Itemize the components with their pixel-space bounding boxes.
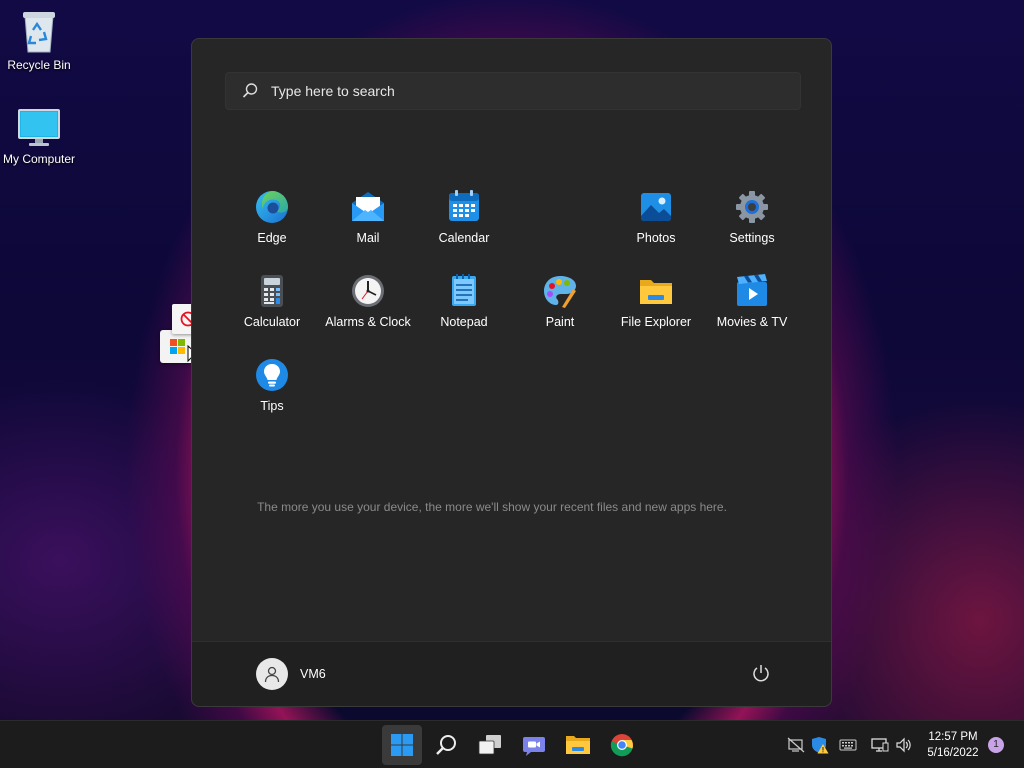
app-edge[interactable]: Edge — [224, 189, 320, 269]
app-label: Calculator — [243, 315, 301, 329]
app-paint[interactable]: Paint — [512, 273, 608, 353]
clock-time: 12:57 PM — [928, 731, 978, 743]
app-alarms-clock[interactable]: Alarms & Clock — [320, 273, 416, 353]
task-view-icon — [478, 735, 501, 755]
chrome-icon — [610, 734, 633, 757]
power-button[interactable] — [751, 663, 771, 683]
clock-icon — [352, 275, 384, 307]
app-movies-tv[interactable]: Movies & TV — [704, 273, 800, 353]
notification-badge[interactable]: 1 — [988, 737, 1004, 753]
calendar-icon — [449, 190, 479, 221]
start-menu-footer: VM6 — [192, 641, 831, 706]
gear-icon — [736, 191, 768, 223]
app-notepad[interactable]: Notepad — [416, 273, 512, 353]
movie-icon — [737, 274, 767, 306]
tray-network-icon[interactable] — [786, 735, 806, 755]
desktop-icon-label: My Computer — [2, 152, 76, 166]
avatar — [256, 658, 288, 690]
network-off-icon — [787, 737, 805, 753]
taskbar: 12:57 PM 5/16/2022 1 — [0, 720, 1024, 768]
security-warning-icon — [812, 737, 829, 754]
search-icon — [242, 83, 258, 98]
desktop-icon-label: Recycle Bin — [7, 58, 71, 72]
display-icon — [871, 738, 889, 752]
clock-date: 5/16/2022 — [927, 747, 979, 759]
search-icon — [436, 735, 456, 755]
taskbar-file-explorer-button[interactable] — [558, 725, 598, 765]
folder-icon — [566, 736, 590, 754]
volume-icon — [896, 737, 911, 753]
user-icon — [264, 666, 280, 683]
app-tips[interactable]: Tips — [224, 357, 320, 437]
taskbar-clock[interactable]: 12:57 PM 5/16/2022 — [920, 729, 986, 761]
desktop-icon-recycle-bin[interactable]: Recycle Bin — [0, 8, 79, 72]
app-label: Photos — [636, 231, 676, 245]
paint-palette-icon — [544, 276, 576, 308]
teams-chat-icon — [523, 737, 545, 756]
notepad-icon — [452, 274, 476, 306]
taskbar-chat-button[interactable] — [514, 725, 554, 765]
app-label: Mail — [356, 231, 380, 245]
app-label: Edge — [257, 231, 287, 245]
app-calendar[interactable]: Calendar — [416, 189, 512, 269]
edge-icon — [256, 191, 288, 223]
mail-icon — [352, 192, 384, 221]
tray-security-icon[interactable] — [810, 735, 830, 755]
app-label: File Explorer — [620, 315, 692, 329]
app-label: Tips — [260, 399, 284, 413]
app-mail[interactable]: Mail — [320, 189, 416, 269]
app-file-explorer[interactable]: File Explorer — [608, 273, 704, 353]
recycle-bin-icon — [23, 12, 55, 53]
taskbar-task-view-button[interactable] — [470, 725, 510, 765]
app-label: Settings — [729, 231, 775, 245]
lightbulb-icon — [256, 359, 288, 391]
start-menu: Edge Mail Calendar Pho — [191, 38, 832, 707]
app-photos[interactable]: Photos — [608, 189, 704, 269]
start-search-box[interactable] — [225, 72, 801, 110]
app-label: Movies & TV — [716, 315, 788, 329]
monitor-icon — [18, 109, 60, 146]
user-name: VM6 — [300, 667, 326, 681]
app-label: Calendar — [438, 231, 490, 245]
calculator-icon — [261, 275, 283, 307]
tray-volume-icon[interactable] — [894, 735, 914, 755]
tray-keyboard-icon[interactable] — [838, 735, 858, 755]
app-label: Notepad — [440, 315, 488, 329]
taskbar-chrome-button[interactable] — [602, 725, 642, 765]
taskbar-start-button[interactable] — [382, 725, 422, 765]
user-account-button[interactable]: VM6 — [256, 658, 326, 690]
recommended-empty-message: The more you use your device, the more w… — [257, 500, 727, 514]
desktop-icon-my-computer[interactable]: My Computer — [0, 108, 79, 166]
photos-icon — [641, 193, 671, 221]
app-label: Paint — [545, 315, 575, 329]
keyboard-icon — [839, 739, 857, 751]
app-calculator[interactable]: Calculator — [224, 273, 320, 353]
tray-display-icon[interactable] — [870, 735, 890, 755]
windows-logo-icon — [391, 734, 413, 756]
app-settings[interactable]: Settings — [704, 189, 800, 269]
app-label: Alarms & Clock — [325, 315, 411, 329]
search-input[interactable] — [269, 82, 793, 100]
taskbar-search-button[interactable] — [426, 725, 466, 765]
folder-icon — [640, 280, 672, 304]
